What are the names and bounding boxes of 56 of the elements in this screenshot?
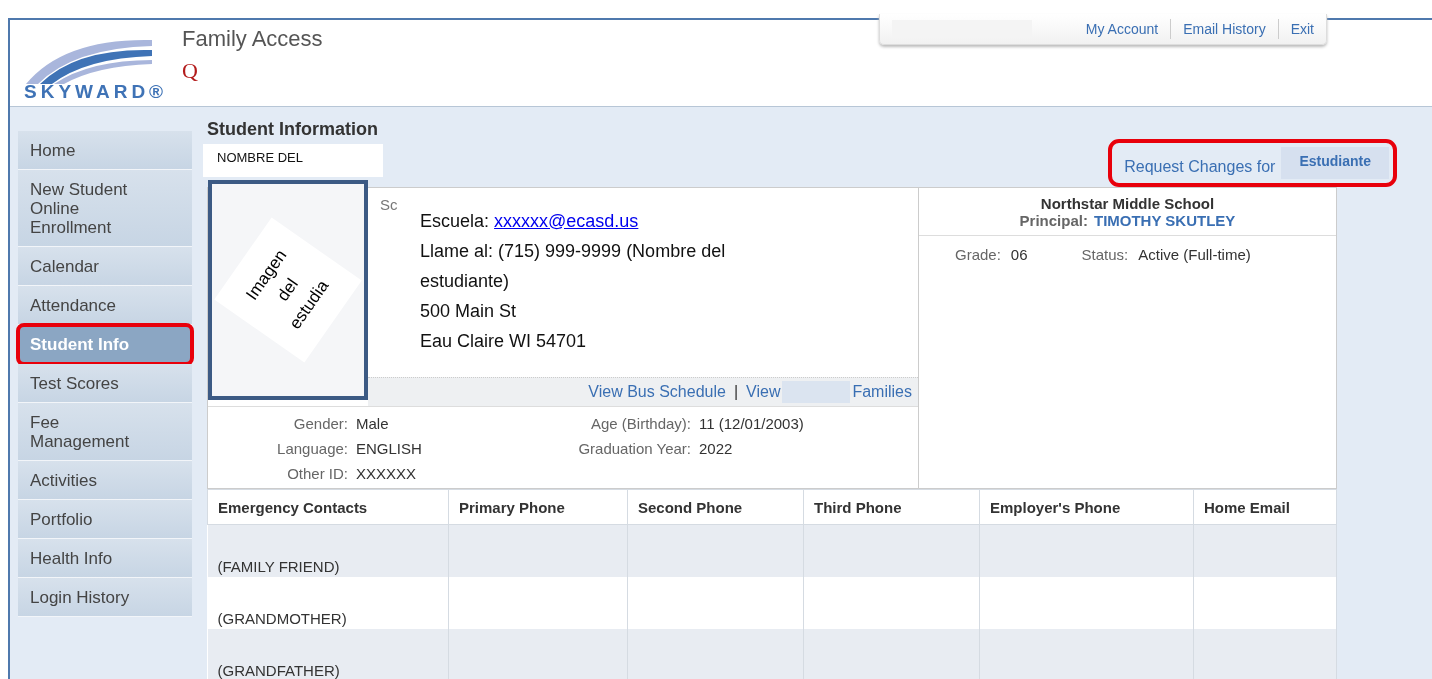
toolbar-link[interactable]: Exit <box>1278 21 1326 37</box>
link-separator: | <box>733 382 739 401</box>
column-header: Emergency Contacts <box>207 489 449 525</box>
panel-link[interactable]: Families <box>852 382 912 401</box>
sidebar-item[interactable]: Home <box>18 131 192 170</box>
email-link[interactable]: xxxxxx@ecasd.us <box>494 210 639 231</box>
grade-label: Grade: <box>955 245 1001 263</box>
field-label: Sc <box>379 194 399 215</box>
email-label: Escuela: <box>420 210 491 231</box>
school-name: Northstar Middle School <box>1039 194 1216 212</box>
table-cell: (GRANDFATHER) <box>207 629 449 679</box>
sidebar-item[interactable]: Login History <box>18 578 192 617</box>
address-line: Llame al: (715) 999-9999 (Nombre del estudiante) <box>420 239 727 293</box>
status-value: Active (Full-time) <box>1138 245 1251 263</box>
detail-label: Gender: <box>292 414 348 432</box>
sidebar-item[interactable]: Calendar <box>18 247 192 286</box>
sidebar-item[interactable]: Activities <box>18 461 192 500</box>
grade-value: 06 <box>1010 245 1028 263</box>
student-name: Estudiante <box>1281 146 1389 179</box>
table-cell: (FAMILY FRIEND) <box>207 524 449 577</box>
status-label: Status: <box>1081 245 1129 263</box>
principal-label: Principal: <box>1019 211 1088 229</box>
page-title: Student Information <box>207 119 379 140</box>
sidebar-item[interactable]: Attendance <box>18 286 192 325</box>
sidebar-item[interactable]: Portfolio <box>18 500 192 539</box>
app-title: Family Access <box>182 26 323 52</box>
column-header: Home Email <box>1193 489 1337 525</box>
detail-label: Graduation Year: <box>577 439 691 457</box>
detail-value: 11 (12/01/2003) <box>699 414 804 432</box>
detail-label: Language: <box>276 439 348 457</box>
address-line: 500 Main St <box>420 299 518 323</box>
detail-value: ENGLISH <box>356 439 423 457</box>
principal-link[interactable]: TIMOTHY SKUTLEY <box>1093 211 1236 229</box>
detail-value: Male <box>356 414 390 432</box>
toolbar-link[interactable]: My Account <box>1073 21 1171 37</box>
request-changes-link[interactable]: Request Changes for Estudiante <box>1112 142 1393 183</box>
sidebar-item[interactable]: Test Scores <box>18 364 192 403</box>
detail-label: Other ID: <box>286 464 348 482</box>
detail-value: XXXXXX <box>356 464 418 482</box>
column-header: Third Phone <box>803 489 980 525</box>
panel-link[interactable]: View Bus Schedule <box>588 382 726 401</box>
column-header: Second Phone <box>627 489 804 525</box>
sidebar-item[interactable]: Fee Management <box>18 403 192 461</box>
app-mark: Q <box>182 58 198 84</box>
column-header: Employer's Phone <box>979 489 1194 525</box>
student-tab[interactable]: NOMBRE DEL <box>203 143 383 177</box>
toolbar-link[interactable]: Email History <box>1171 21 1278 37</box>
detail-label: Age (Birthday): <box>589 414 691 432</box>
panel-link[interactable]: View <box>746 382 781 401</box>
address-line: Eau Claire WI 54701 <box>420 329 588 353</box>
detail-value: 2022 <box>699 439 734 457</box>
request-changes-label: Request Changes for <box>1124 157 1276 176</box>
sidebar-item[interactable]: Health Info <box>18 539 192 578</box>
logo-wordmark: SKYWARD® <box>24 81 168 103</box>
column-header: Primary Phone <box>448 489 628 525</box>
sidebar-item[interactable]: New Student Online Enrollment <box>18 170 192 247</box>
